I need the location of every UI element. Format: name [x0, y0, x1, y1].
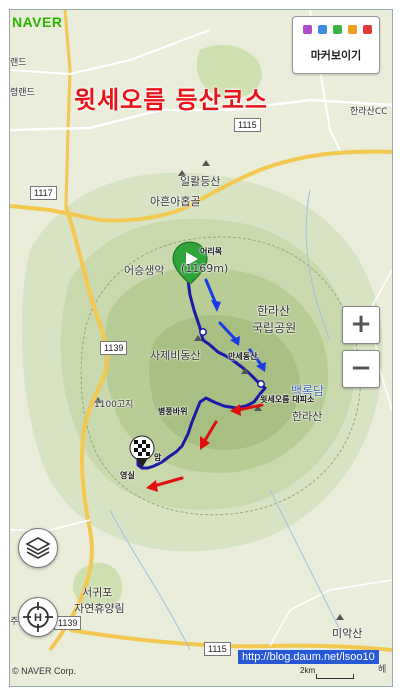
- place-label-aheun: 아흔아홉골: [150, 195, 201, 208]
- place-label-hallasan-cc: 한라산CC: [350, 107, 388, 117]
- place-label-yeongsil: 영실: [120, 471, 135, 480]
- naver-copyright: © NAVER Corp.: [12, 666, 76, 676]
- place-label-yeongsil-am: 암: [154, 453, 162, 462]
- blog-watermark: http://blog.daum.net/lsoo10: [238, 650, 379, 664]
- place-label-left-edge-1: 령랜드: [10, 88, 35, 98]
- crosshair-icon: H: [23, 602, 53, 632]
- place-label-sajebi: 사제비동산: [150, 349, 201, 362]
- scale-label: 2km: [300, 666, 316, 675]
- place-label-1100-kochi: 1100고지: [94, 400, 134, 410]
- road-shield-1115-b: 1115: [234, 118, 261, 132]
- place-label-witse-shelter: 윗세오름 대피소: [260, 395, 315, 404]
- road-shield-1115: 1115: [204, 642, 231, 656]
- map-title: 윗세오름 등산코스: [74, 86, 268, 114]
- place-label-land: 랜드: [10, 58, 27, 68]
- marker-purple-icon: [303, 25, 312, 34]
- zoom-out-button[interactable]: −: [342, 350, 380, 388]
- place-label-hallasan-park-2: 국립공원: [252, 321, 297, 335]
- place-label-byeongpung: 병풍바위: [158, 407, 188, 416]
- scale-bar: [316, 674, 354, 679]
- layers-button[interactable]: [18, 528, 58, 568]
- marker-red-icon: [363, 25, 372, 34]
- marker-blue-icon: [318, 25, 327, 34]
- place-label-hallasan-park-1: 한라산: [257, 304, 291, 318]
- zoom-in-button[interactable]: +: [342, 306, 380, 344]
- place-label-seogwipo-2: 자연휴양림: [74, 602, 125, 615]
- place-label-hwansang: 헤: [378, 665, 387, 675]
- marker-color-icons: [303, 25, 372, 34]
- naver-logo: NAVER: [12, 14, 63, 30]
- road-shield-1117: 1117: [30, 186, 57, 200]
- my-location-button[interactable]: H: [18, 597, 58, 637]
- place-label-iljul: 일뢀등산: [180, 175, 221, 188]
- place-label-mansedongsan: 만세동산: [228, 352, 258, 361]
- place-label-eorimok-alt: (1169m): [181, 262, 229, 275]
- marker-orange-icon: [348, 25, 357, 34]
- place-label-eorimok: 어리목: [200, 247, 223, 256]
- map-frame[interactable]: NAVER 윗세오름 등산코스 마커보이기 령랜드 랜드 한라산CC 일뢀등산 …: [9, 9, 393, 687]
- place-label-seogwipo-1: 서귀포: [82, 586, 113, 599]
- place-label-miaksan: 미악산: [332, 627, 363, 640]
- place-label-eoseung: 어승생악: [124, 264, 165, 277]
- marker-toggle-button[interactable]: 마커보이기: [292, 16, 380, 74]
- marker-toggle-label: 마커보이기: [310, 49, 362, 62]
- road-shield-1139: 1139: [100, 341, 128, 355]
- svg-text:H: H: [34, 612, 42, 624]
- road-shield-1139-b: 1139: [54, 616, 82, 630]
- place-label-hallasan: 한라산: [292, 410, 323, 423]
- layers-icon: [25, 537, 51, 559]
- marker-green-icon: [333, 25, 342, 34]
